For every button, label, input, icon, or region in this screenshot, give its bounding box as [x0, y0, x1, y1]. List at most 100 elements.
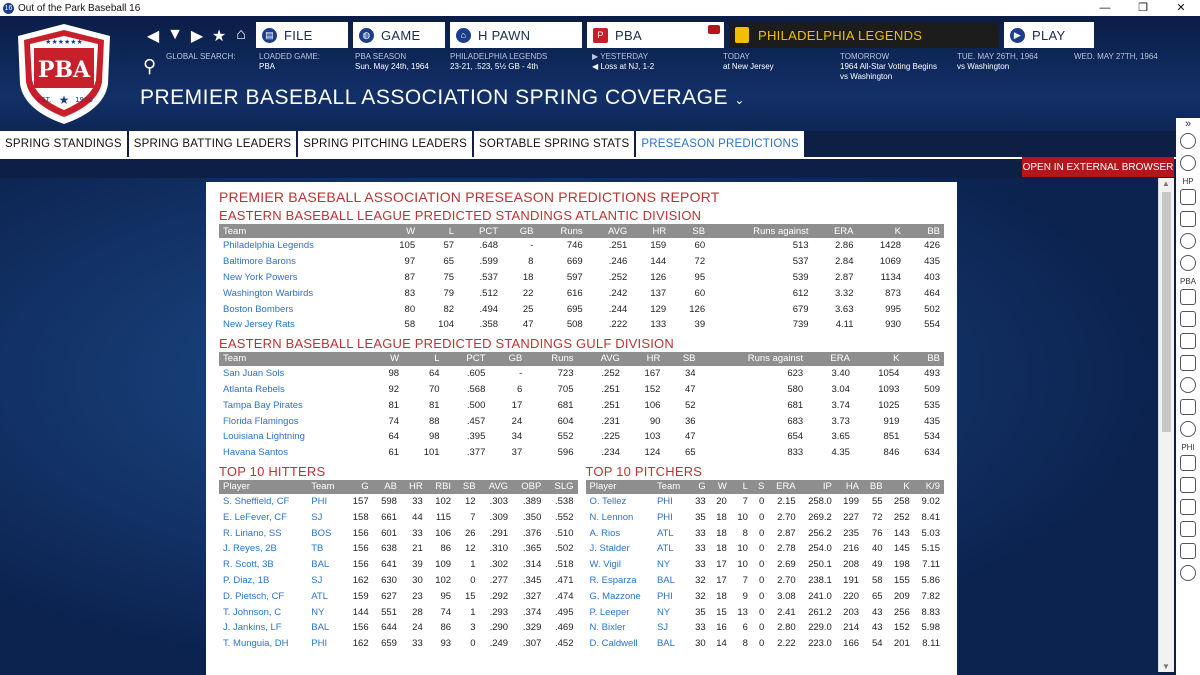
column-header[interactable]: RBI — [426, 479, 456, 494]
team-link[interactable]: San Juan Sols — [219, 366, 372, 382]
player-link[interactable]: W. Vigil — [586, 557, 653, 573]
team-link[interactable]: New York Powers — [219, 270, 380, 286]
home-icon[interactable] — [1180, 455, 1196, 471]
tab-spring-standings[interactable]: SPRING STANDINGS — [0, 131, 127, 157]
team-link[interactable]: PHI — [307, 636, 344, 652]
column-header[interactable]: Runs — [526, 351, 578, 366]
player-link[interactable]: D. Pietsch, CF — [219, 588, 307, 604]
player-link[interactable]: R. Liriano, SS — [219, 525, 307, 541]
column-header[interactable]: AVG — [577, 351, 624, 366]
team-link[interactable]: SJ — [307, 573, 344, 589]
player-link[interactable]: P. Leeper — [586, 604, 653, 620]
team-link[interactable]: PHI — [653, 494, 689, 510]
diamond-icon[interactable] — [1180, 311, 1196, 327]
column-header[interactable]: W — [709, 479, 731, 494]
team-link[interactable]: PHI — [307, 494, 344, 510]
player-link[interactable]: T. Johnson, C — [219, 604, 307, 620]
diamond-icon[interactable] — [1180, 499, 1196, 515]
column-header[interactable]: Team — [307, 479, 345, 494]
team-link[interactable]: Baltimore Barons — [219, 254, 380, 270]
home-icon[interactable] — [1180, 189, 1196, 205]
team-link[interactable]: BOS — [307, 525, 344, 541]
column-header[interactable]: W — [371, 351, 404, 366]
globe-icon[interactable] — [1180, 155, 1196, 171]
player-link[interactable]: R. Esparza — [586, 573, 653, 589]
play-button[interactable]: ▶ PLAY — [1004, 22, 1094, 48]
team-link[interactable]: NY — [307, 604, 344, 620]
page-title[interactable]: PREMIER BASEBALL ASSOCIATION SPRING COVE… — [140, 86, 745, 110]
column-header[interactable]: K — [886, 479, 914, 494]
open-external-browser-button[interactable]: OPEN IN EXTERNAL BROWSER — [1022, 157, 1174, 177]
minimize-icon[interactable]: — — [1086, 0, 1124, 16]
team-link[interactable]: PHI — [653, 509, 689, 525]
column-header[interactable]: K — [857, 224, 906, 238]
player-link[interactable]: E. LeFever, CF — [219, 509, 307, 525]
dollar-icon[interactable] — [1180, 543, 1196, 559]
column-header[interactable]: Team — [652, 479, 689, 494]
player-link[interactable]: A. Rios — [586, 525, 653, 541]
collapse-sidebar-icon[interactable]: » — [1185, 118, 1191, 130]
column-header[interactable]: Runs against — [709, 224, 813, 238]
column-header[interactable]: K/9 — [913, 479, 944, 494]
manager-menu-button[interactable]: ⌂ H PAWN — [450, 22, 582, 48]
column-header[interactable]: ERA — [812, 224, 858, 238]
column-header[interactable]: Runs against — [699, 351, 808, 366]
column-header[interactable]: L — [730, 479, 752, 494]
close-icon[interactable]: ✕ — [1162, 0, 1200, 16]
down-arrow-icon[interactable]: ▼ — [167, 26, 183, 46]
player-link[interactable]: O. Tellez — [586, 494, 653, 510]
restore-icon[interactable]: ❐ — [1124, 0, 1162, 16]
column-header[interactable]: L — [403, 351, 444, 366]
column-header[interactable]: G — [688, 479, 710, 494]
player-link[interactable]: T. Munguia, DH — [219, 636, 307, 652]
report-scrollbar[interactable]: ▲ ▼ — [1158, 178, 1174, 672]
search-icon[interactable] — [1180, 233, 1196, 249]
baseball-icon[interactable] — [1180, 377, 1196, 393]
team-link[interactable]: BAL — [307, 557, 344, 573]
column-header[interactable]: SB — [670, 224, 710, 238]
column-header[interactable]: BB — [905, 224, 944, 238]
column-header[interactable]: S — [751, 479, 769, 494]
team-link[interactable]: Louisiana Lightning — [219, 429, 372, 445]
player-link[interactable]: P. Diaz, 1B — [219, 573, 307, 589]
game-menu-button[interactable]: ◍ GAME — [353, 22, 445, 48]
column-header[interactable]: SB — [664, 351, 700, 366]
team-link[interactable]: SJ — [307, 509, 344, 525]
column-header[interactable]: BB — [863, 479, 887, 494]
bar-chart-icon[interactable] — [1180, 355, 1196, 371]
gear-icon[interactable] — [1180, 255, 1196, 271]
column-header[interactable]: AVG — [586, 224, 632, 238]
roster-icon[interactable] — [1180, 477, 1196, 493]
team-link[interactable]: Washington Warbirds — [219, 285, 380, 301]
file-menu-button[interactable]: ▤ FILE — [256, 22, 348, 48]
team-link[interactable]: NY — [653, 604, 689, 620]
home-icon[interactable]: ⌂ — [233, 26, 249, 46]
list-icon[interactable] — [1180, 333, 1196, 349]
column-header[interactable]: W — [380, 224, 420, 238]
column-header[interactable]: HA — [835, 479, 864, 494]
transfer-icon[interactable] — [1180, 521, 1196, 537]
team-link[interactable]: Philadelphia Legends — [219, 238, 380, 254]
column-header[interactable]: HR — [400, 479, 427, 494]
column-header[interactable]: AB — [372, 479, 401, 494]
player-link[interactable]: N. Lennon — [586, 509, 653, 525]
search-icon[interactable]: ⚲ — [143, 56, 156, 77]
column-header[interactable]: Team — [219, 351, 372, 366]
column-header[interactable]: Player — [585, 479, 653, 494]
column-header[interactable]: SB — [455, 479, 480, 494]
team-link[interactable]: ATL — [307, 588, 344, 604]
column-header[interactable]: Player — [219, 479, 308, 494]
column-header[interactable]: AVG — [479, 479, 513, 494]
team-link[interactable]: BAL — [307, 620, 344, 636]
column-header[interactable]: Team — [219, 224, 381, 238]
team-link[interactable]: Tampa Bay Pirates — [219, 397, 372, 413]
player-link[interactable]: J. Stalder — [586, 541, 653, 557]
scroll-up-icon[interactable]: ▲ — [1162, 179, 1170, 188]
player-link[interactable]: J. Reyes, 2B — [219, 541, 307, 557]
player-link[interactable]: G. Mazzone — [586, 588, 653, 604]
column-header[interactable]: HR — [623, 351, 665, 366]
yesterday-info[interactable]: ▶ YESTERDAY ◀ Loss at NJ, 1-2 — [592, 52, 654, 72]
transfer-icon[interactable] — [1180, 399, 1196, 415]
notification-badge[interactable] — [708, 25, 720, 34]
player-link[interactable]: N. Bixler — [586, 620, 653, 636]
